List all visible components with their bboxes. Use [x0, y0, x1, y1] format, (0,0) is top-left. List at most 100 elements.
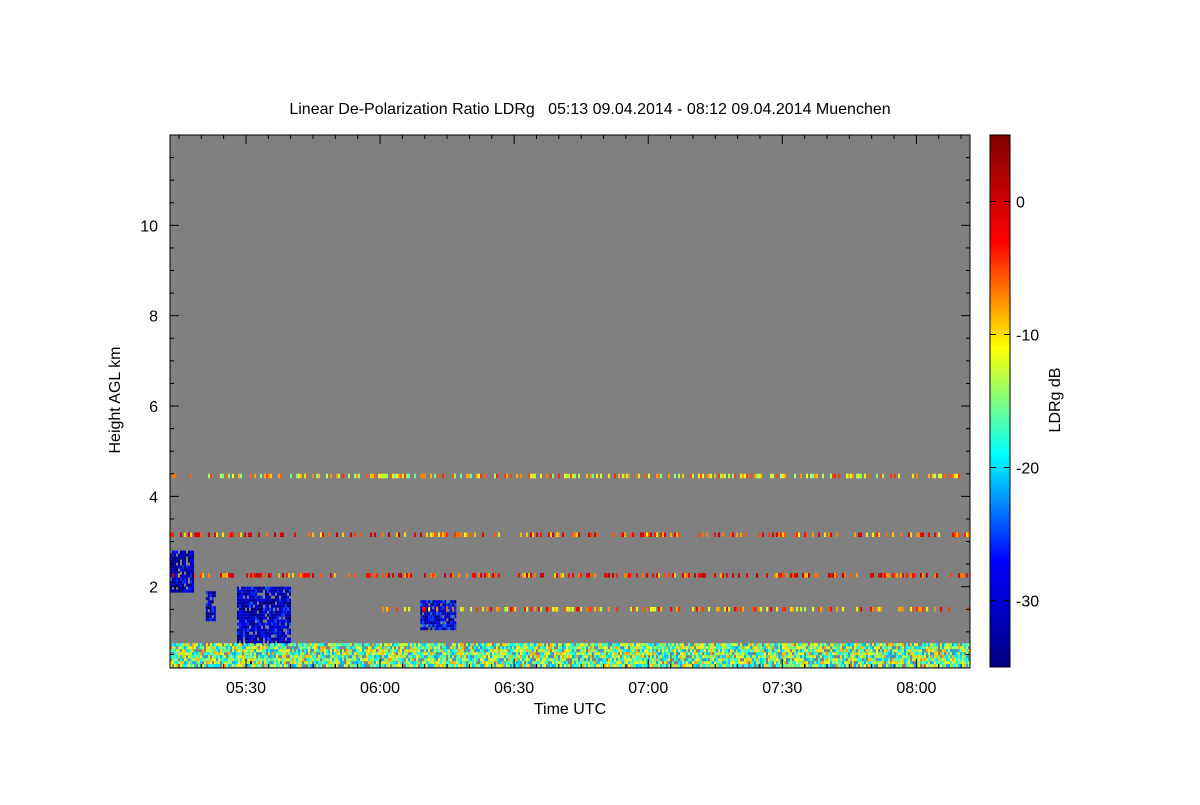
- ldr-cell: [454, 612, 457, 616]
- ldr-cell: [428, 658, 430, 662]
- ldr-cell: [754, 646, 756, 650]
- ldr-cell: [253, 631, 255, 635]
- ldr-cell: [722, 658, 724, 662]
- ldr-cell: [542, 573, 544, 578]
- ldr-cell: [382, 532, 384, 537]
- ldr-cell: [898, 661, 900, 665]
- ldr-cell: [380, 643, 382, 647]
- ldr-cell: [308, 573, 310, 578]
- ldr-cell: [289, 598, 291, 602]
- ldr-cell: [606, 661, 608, 665]
- ldr-cell: [334, 643, 336, 647]
- ldr-cell: [488, 643, 490, 647]
- ldr-cell: [662, 532, 664, 537]
- ldr-cell: [702, 573, 704, 578]
- ldr-cell: [838, 658, 840, 662]
- ldr-cell: [824, 652, 826, 656]
- ldr-cell: [792, 664, 794, 668]
- ldr-cell: [218, 664, 220, 668]
- ldr-cell: [866, 649, 868, 653]
- ldr-cell: [428, 655, 430, 659]
- ldr-cell: [254, 573, 256, 578]
- ldr-cell: [618, 643, 620, 647]
- ldr-cell: [290, 643, 292, 647]
- ldr-cell: [190, 559, 192, 563]
- ldr-cell: [194, 649, 196, 653]
- ldr-cell: [716, 658, 718, 662]
- ldr-cell: [522, 573, 524, 578]
- ldr-cell: [410, 652, 412, 656]
- ldr-cell: [271, 622, 273, 626]
- ldr-cell: [554, 643, 556, 647]
- ldr-cell: [398, 573, 400, 578]
- ldr-cell: [856, 473, 858, 479]
- ldr-cell: [920, 646, 922, 650]
- ldr-cell: [522, 649, 524, 653]
- ldr-cell: [570, 652, 572, 656]
- ldr-cell: [238, 649, 240, 653]
- ldr-cell: [954, 658, 956, 662]
- ldr-cell: [245, 613, 247, 617]
- ldr-cell: [241, 613, 243, 617]
- ldr-cell: [182, 649, 184, 653]
- ldr-cell: [836, 658, 838, 662]
- ldr-cell: [426, 615, 429, 619]
- ldr-cell: [254, 652, 256, 656]
- ldr-cell: [408, 607, 411, 612]
- ldr-cell: [620, 661, 622, 665]
- ldr-cell: [258, 658, 260, 662]
- ldr-cell: [249, 610, 251, 614]
- ldr-cell: [756, 646, 758, 650]
- ldr-cell: [578, 532, 580, 537]
- ldr-cell: [790, 607, 793, 612]
- ldr-cell: [872, 652, 874, 656]
- ldr-cell: [774, 655, 776, 659]
- ldr-cell: [682, 658, 684, 662]
- ldr-cell: [606, 664, 608, 668]
- ldr-cell: [614, 473, 616, 479]
- ldr-cell: [560, 646, 562, 650]
- ldr-cell: [277, 622, 279, 626]
- ldr-cell: [209, 618, 212, 622]
- ldr-cell: [352, 646, 354, 650]
- ldr-cell: [826, 646, 828, 650]
- ldr-cell: [266, 646, 268, 650]
- ldr-cell: [247, 598, 249, 602]
- ldr-cell: [784, 473, 786, 479]
- ldr-cell: [838, 473, 840, 479]
- ldr-cell: [224, 649, 226, 653]
- ldr-cell: [964, 658, 966, 662]
- ldr-cell: [658, 473, 660, 479]
- ldr-cell: [208, 532, 210, 537]
- ldr-cell: [542, 649, 544, 653]
- ldr-cell: [216, 649, 218, 653]
- ldr-cell: [257, 598, 259, 602]
- ldr-cell: [598, 655, 600, 659]
- ldr-cell: [650, 658, 652, 662]
- ldr-cell: [744, 658, 746, 662]
- ldr-cell: [690, 649, 692, 653]
- ldr-cell: [238, 473, 240, 479]
- ldr-cell: [486, 658, 488, 662]
- ldr-cell: [590, 607, 593, 612]
- ldr-cell: [340, 658, 342, 662]
- ldr-cell: [726, 643, 728, 647]
- ldr-cell: [718, 664, 720, 668]
- ldr-cell: [287, 601, 289, 605]
- ldr-cell: [478, 646, 480, 650]
- ldr-cell: [692, 661, 694, 665]
- ldr-cell: [562, 646, 564, 650]
- ldr-cell: [498, 532, 500, 537]
- ldr-cell: [364, 649, 366, 653]
- ldr-cell: [192, 643, 194, 647]
- ldr-cell: [184, 658, 186, 662]
- ldr-cell: [916, 473, 918, 479]
- ldr-cell: [906, 661, 908, 665]
- ldr-cell: [590, 646, 592, 650]
- ldr-cell: [704, 646, 706, 650]
- ldr-cell: [560, 661, 562, 665]
- ldr-cell: [184, 586, 186, 590]
- ldr-cell: [271, 586, 273, 590]
- ldr-cell: [752, 607, 755, 612]
- ldr-cell: [914, 649, 916, 653]
